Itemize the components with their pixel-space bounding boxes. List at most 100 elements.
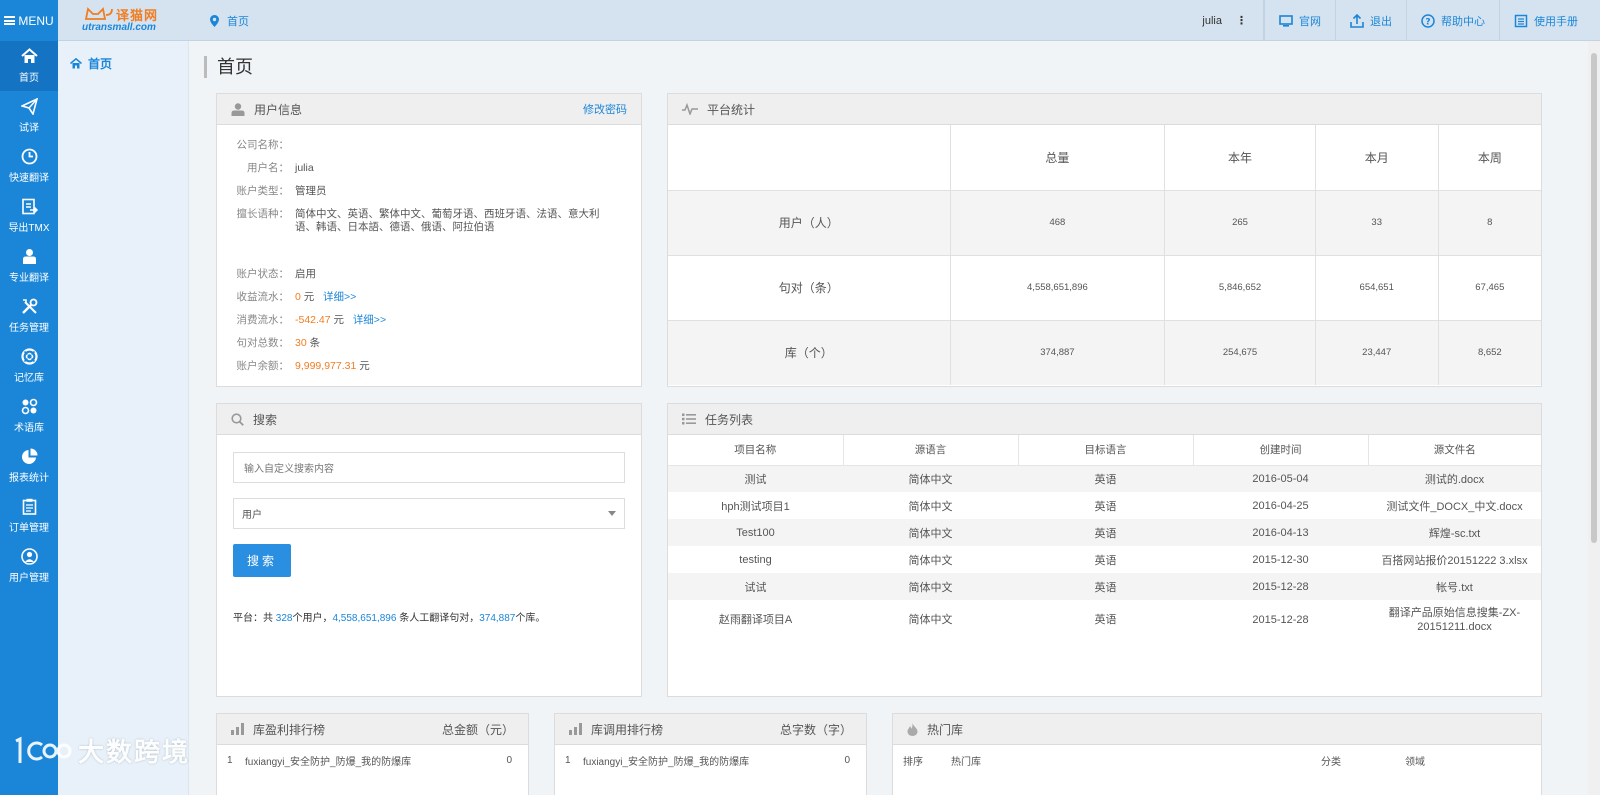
task-target-lang: 英语: [1018, 465, 1193, 492]
stats-row-label: 句对（条）: [668, 254, 951, 321]
task-created: 2015-12-28: [1193, 573, 1368, 600]
task-source-lang: 简体中文: [843, 573, 1018, 600]
logout-link[interactable]: 退出: [1335, 0, 1406, 41]
search-header: 搜索: [217, 404, 641, 435]
table-row[interactable]: Test100 简体中文 英语 2016-04-13 辉煌-sc.txt: [668, 519, 1541, 546]
sidebar-item-memory-bank[interactable]: 记忆库: [0, 341, 58, 391]
username-value: julia: [295, 162, 314, 174]
sub-navigation: 首页: [58, 41, 189, 795]
task-source-lang: 简体中文: [843, 465, 1018, 492]
bar-chart-icon: [569, 723, 582, 735]
stats-row-libraries: 库（个） 374,887 254,675 23,447 8,652: [668, 319, 1541, 385]
menu-button[interactable]: MENU: [0, 0, 58, 41]
sidebar-item-label: 用户管理: [9, 573, 49, 584]
sidebar-item-export-tmx[interactable]: 导出TMX: [0, 191, 58, 241]
list-item[interactable]: 1 fuxiangyi_安全防护_防爆_我的防爆库 0: [555, 745, 866, 775]
sidebar-item-orders[interactable]: 订单管理: [0, 491, 58, 541]
account-type-label: 账户类型：: [236, 185, 290, 197]
manual-link[interactable]: 使用手册: [1499, 0, 1600, 41]
search-input[interactable]: 输入自定义搜索内容: [233, 452, 625, 483]
task-column-header: 目标语言: [1018, 435, 1194, 466]
user-menu[interactable]: julia ⋮: [1186, 0, 1264, 41]
sidebar-item-reports[interactable]: 报表统计: [0, 441, 58, 491]
list-icon: [682, 413, 696, 425]
cat-logo-icon: [84, 7, 113, 20]
usage-rank-column: 总字数（字）: [779, 722, 852, 737]
menu-icon: [4, 16, 16, 25]
platform-summary: 平台：共 328个用户，4,558,651,896 条人工翻译句对，374,88…: [233, 609, 625, 624]
table-row[interactable]: testing 简体中文 英语 2015-12-30 百搭网站报价2015122…: [668, 546, 1541, 573]
logo[interactable]: 译猫网 utransmall.com: [82, 5, 172, 35]
stats-cell: 254,675: [1164, 319, 1316, 385]
task-target-lang: 英语: [1094, 614, 1117, 626]
task-target-lang: 英语: [1094, 554, 1117, 567]
stats-row-label: 用户（人）: [668, 189, 951, 256]
hot-libraries-panel: 热门库 排序 热门库 分类 领域: [892, 713, 1542, 795]
table-row[interactable]: hph测试项目1 简体中文 英语 2016-04-25 测试文件_DOCX_中文…: [668, 492, 1541, 519]
export-icon: [21, 198, 38, 215]
stats-cell: 33: [1314, 189, 1439, 256]
sidebar-item-user-management[interactable]: 用户管理: [0, 541, 58, 591]
rank-library-name: fuxiangyi_安全防护_防爆_我的防爆库: [583, 756, 750, 768]
user-info-header: 用户信息 修改密码: [217, 94, 641, 125]
page-title: 首页: [204, 56, 253, 78]
income-detail-link[interactable]: 详细>>: [323, 291, 356, 303]
manual-icon: [1514, 14, 1528, 27]
company-label: 公司名称：: [236, 139, 290, 151]
income-row: 收益流水： 0 元 详细>>: [217, 291, 641, 304]
balance-row: 账户余额： 9,999,977.31 元: [217, 360, 641, 373]
home-icon: [70, 58, 82, 69]
stats-header-row: 总量 本年 本月 本周: [668, 125, 1541, 191]
account-type-row: 账户类型： 管理员: [217, 185, 641, 198]
sidebar-item-label: 快速翻译: [9, 173, 49, 184]
official-site-link[interactable]: 官网: [1264, 0, 1335, 41]
table-row[interactable]: 测试 简体中文 英语 2016-05-04 测试的.docx: [668, 465, 1541, 492]
hot-libraries-columns: 排序 热门库 分类 领域: [893, 745, 1541, 775]
user-circle-icon: [20, 548, 38, 565]
breadcrumb-home[interactable]: 首页: [227, 13, 249, 29]
sidebar-item-trial[interactable]: 试译: [0, 91, 58, 141]
stats-row-users: 用户（人） 468 265 33 8: [668, 189, 1541, 256]
sidebar-item-pro-translate[interactable]: 专业翻译: [0, 241, 58, 291]
rank-value: 0: [506, 754, 512, 766]
subnav-item-label: 首页: [88, 57, 113, 71]
hot-col-category: 分类: [1321, 756, 1341, 768]
pairs-row: 句对总数： 30 条: [217, 337, 641, 350]
task-column-header: 源语言: [843, 435, 1019, 466]
income-value: 0: [295, 291, 301, 303]
spend-detail-link[interactable]: 详细>>: [353, 314, 386, 326]
list-item[interactable]: 1 fuxiangyi_安全防护_防爆_我的防爆库 0: [217, 745, 528, 775]
monitor-icon: [1279, 14, 1293, 27]
task-created: 2016-04-13: [1193, 519, 1368, 546]
task-file: 测试文件_DOCX_中文.docx: [1386, 500, 1523, 513]
stats-row-pairs: 句对（条） 4,558,651,896 5,846,652 654,651 67…: [668, 254, 1541, 321]
change-password-link[interactable]: 修改密码: [583, 101, 627, 117]
stats-cell: 374,887: [949, 319, 1166, 385]
table-row[interactable]: 试试 简体中文 英语 2015-12-28 帐号.txt: [668, 573, 1541, 600]
username-label: 用户名：: [247, 162, 289, 174]
panel-title: 平台统计: [707, 102, 756, 117]
chevron-down-icon: [608, 511, 616, 516]
scrollbar-thumb[interactable]: [1591, 53, 1597, 543]
username-row: 用户名： julia: [217, 162, 641, 175]
hot-col-domain: 领域: [1405, 756, 1425, 768]
profit-rank-header: 库盈利排行榜 总金额（元）: [217, 714, 528, 745]
income-unit: 元: [303, 291, 315, 303]
sidebar-item-quick-translate[interactable]: 快速翻译: [0, 141, 58, 191]
search-button[interactable]: 搜索: [233, 544, 291, 577]
spend-value: -542.47: [295, 314, 331, 326]
help-center-link[interactable]: ? 帮助中心: [1406, 0, 1499, 41]
page-scrollbar[interactable]: [1588, 41, 1600, 795]
top-right-actions: julia ⋮ 官网 退出 ? 帮助中心 使用手册: [1186, 0, 1600, 41]
table-row[interactable]: 赵雨翻译项目A 简体中文 英语 2015-12-28 翻译产品原始信息搜集-ZX…: [668, 600, 1541, 640]
search-type-select[interactable]: 用户: [233, 498, 625, 529]
sidebar-item-task-management[interactable]: 任务管理: [0, 291, 58, 341]
stats-cell: 4,558,651,896: [949, 254, 1166, 321]
sidebar-item-term-bank[interactable]: 术语库: [0, 391, 58, 441]
sidebar-item-home[interactable]: 首页: [0, 41, 58, 91]
usage-rank-panel: 库调用排行榜 总字数（字） 1 fuxiangyi_安全防护_防爆_我的防爆库 …: [554, 713, 867, 795]
stats-column-header: 本年: [1164, 125, 1316, 191]
sidebar-item-label: 任务管理: [9, 323, 49, 334]
stats-cell: 468: [949, 189, 1166, 256]
subnav-item-home[interactable]: 首页: [58, 41, 188, 86]
